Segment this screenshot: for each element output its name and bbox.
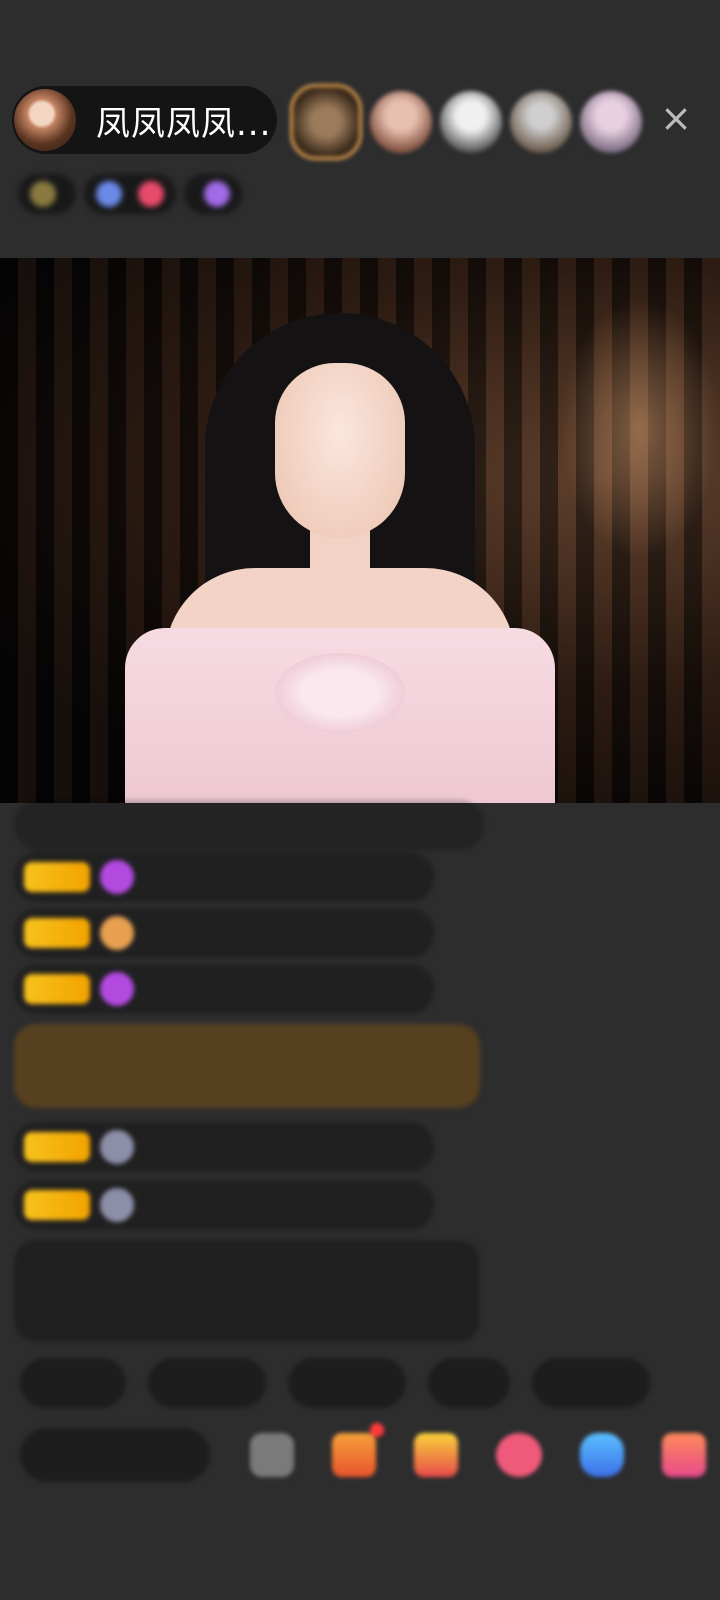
streamer-figure	[125, 313, 555, 803]
live-video[interactable]	[0, 258, 720, 803]
close-icon: ×	[660, 96, 692, 140]
emoji-icon[interactable]	[250, 1433, 294, 1477]
host-name: 凤凤凤凤...	[96, 103, 272, 144]
level-badge	[24, 1132, 90, 1162]
viewer-avatar[interactable]	[440, 91, 502, 153]
quick-reply-button[interactable]	[148, 1358, 266, 1408]
rank-icon	[30, 181, 56, 207]
chat-message	[14, 1122, 434, 1172]
heart-icon	[138, 181, 164, 207]
quick-reply-button[interactable]	[288, 1358, 406, 1408]
rank-badge[interactable]	[18, 174, 76, 214]
announcement-banner[interactable]	[184, 174, 242, 214]
user-avatar-icon	[100, 1130, 134, 1164]
quick-reply-button[interactable]	[532, 1358, 650, 1408]
level-badge	[24, 974, 90, 1004]
top-viewers-list	[290, 84, 642, 160]
diamond-icon	[100, 860, 134, 894]
user-avatar-icon	[100, 1188, 134, 1222]
heart-icon[interactable]	[496, 1433, 542, 1477]
star-icon	[96, 181, 122, 207]
host-avatar[interactable]	[14, 89, 76, 151]
diamond-icon	[100, 972, 134, 1006]
chat-input[interactable]	[20, 1428, 210, 1482]
hourly-rank-badge[interactable]	[84, 174, 176, 214]
notification-dot	[370, 1423, 384, 1437]
fan-badge-icon	[100, 916, 134, 950]
blouse-bow	[275, 653, 405, 733]
level-badge	[24, 918, 90, 948]
viewer-avatar[interactable]	[580, 91, 642, 153]
quick-reply-row	[20, 1358, 650, 1410]
viewer-avatar[interactable]	[510, 91, 572, 153]
game-icon[interactable]	[580, 1433, 624, 1477]
chat-message	[14, 852, 434, 902]
level-badge	[24, 862, 90, 892]
badge-row	[18, 172, 242, 216]
task-icon[interactable]	[332, 1423, 384, 1477]
viewer-avatar[interactable]	[370, 91, 432, 153]
level-badge	[24, 1190, 90, 1220]
chat-message	[14, 1180, 434, 1230]
close-button[interactable]: ×	[656, 98, 696, 138]
system-notice	[14, 1240, 480, 1342]
gift-icon[interactable]	[414, 1433, 458, 1477]
highlight-message	[14, 1024, 480, 1108]
host-info-pill[interactable]: 凤凤凤凤...	[12, 86, 277, 154]
quick-reply-button[interactable]	[428, 1358, 510, 1408]
streamer-face	[275, 363, 405, 538]
stage-light	[560, 298, 720, 558]
quick-reply-button[interactable]	[20, 1358, 126, 1408]
crown-icon	[204, 181, 230, 207]
chat-message	[14, 908, 434, 958]
bottom-action-bar	[20, 1423, 710, 1484]
chat-message	[14, 800, 484, 850]
more-icon[interactable]	[662, 1433, 706, 1477]
chat-message	[14, 964, 434, 1014]
viewer-avatar[interactable]	[290, 84, 362, 160]
